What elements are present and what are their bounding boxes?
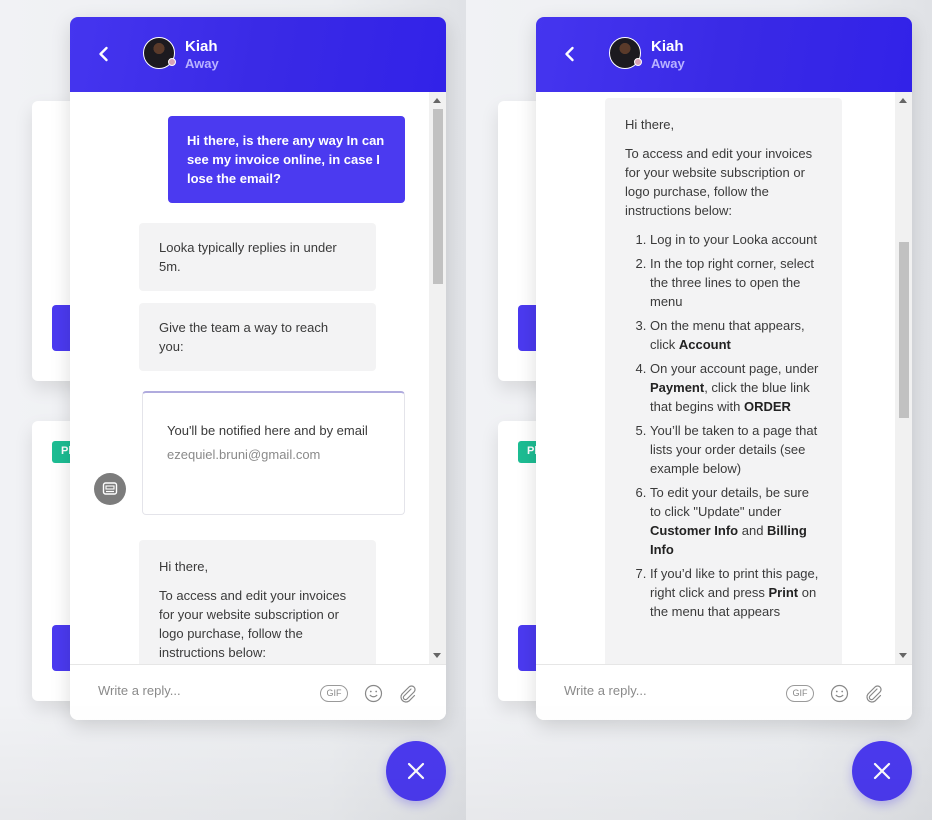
- instruction-step: You’ll be taken to a page that lists you…: [650, 421, 822, 478]
- scrollbar[interactable]: [895, 92, 912, 664]
- agent-name: Kiah: [185, 38, 218, 55]
- close-chat-button[interactable]: [852, 741, 912, 801]
- close-icon: [873, 762, 891, 780]
- user-message: Hi there, is there any way In can see my…: [168, 116, 405, 203]
- scrollbar[interactable]: [429, 92, 446, 664]
- smiley-icon: [364, 684, 383, 703]
- agent-avatar: [143, 37, 176, 69]
- intro-text: To access and edit your invoices for you…: [159, 588, 347, 660]
- instruction-step: Log in to your Looka account: [650, 230, 822, 249]
- user-message-text: Hi there, is there any way In can see my…: [187, 133, 385, 186]
- reach-prompt-text: Give the team a way to reach you:: [159, 320, 329, 354]
- step-emphasis: Customer Info: [650, 523, 739, 538]
- reply-input[interactable]: [98, 683, 298, 698]
- emoji-button[interactable]: [364, 684, 383, 703]
- gif-button[interactable]: GIF: [786, 685, 814, 702]
- scrollbar-thumb[interactable]: [433, 109, 443, 284]
- instruction-step: On your account page, under Payment, cli…: [650, 359, 822, 416]
- attach-button[interactable]: [398, 684, 417, 703]
- screenshot-right: Pl Kiah Away Hi there, To access and edi…: [466, 0, 932, 820]
- instruction-step: In the top right corner, select the thre…: [650, 254, 822, 311]
- step-text: You’ll be taken to a page that lists you…: [650, 423, 818, 476]
- step-text: Log in to your Looka account: [650, 232, 817, 247]
- close-icon: [407, 762, 425, 780]
- chat-window: Kiah Away Hi there, is there any way In …: [70, 17, 446, 720]
- message-list: Hi there, To access and edit your invoic…: [536, 92, 912, 664]
- back-button[interactable]: [560, 44, 580, 64]
- chat-header: Kiah Away: [70, 17, 446, 92]
- step-emphasis: Print: [768, 585, 799, 600]
- smiley-icon: [830, 684, 849, 703]
- greeting-text: Hi there,: [159, 559, 209, 574]
- instruction-step: On the menu that appears, click Account: [650, 316, 822, 354]
- step-emphasis: Payment: [650, 380, 705, 395]
- back-button[interactable]: [94, 44, 114, 64]
- composer: GIF: [536, 664, 912, 720]
- agent-name: Kiah: [651, 38, 684, 55]
- agent-avatar: [609, 37, 642, 69]
- instruction-steps: Log in to your Looka account In the top r…: [625, 230, 822, 621]
- gif-button[interactable]: GIF: [320, 685, 348, 702]
- reply-input[interactable]: [564, 683, 764, 698]
- emoji-button[interactable]: [830, 684, 849, 703]
- step-text: On your account page, under: [650, 361, 819, 376]
- greeting-text: Hi there,: [625, 117, 675, 132]
- composer: GIF: [70, 664, 446, 720]
- close-chat-button[interactable]: [386, 741, 446, 801]
- step-emphasis: ORDER: [743, 399, 791, 414]
- bot-message: Hi there, To access and edit your invoic…: [605, 98, 842, 664]
- paperclip-icon: [866, 685, 882, 703]
- chevron-left-icon: [99, 46, 108, 62]
- notify-email[interactable]: ezequiel.bruni@gmail.com: [167, 447, 380, 462]
- notify-text: You'll be notified here and by email: [167, 423, 368, 438]
- instruction-step: If you’d like to print this page, right …: [650, 564, 822, 621]
- chat-header: Kiah Away: [536, 17, 912, 92]
- scrollbar-thumb[interactable]: [899, 242, 909, 418]
- notification-card: You'll be notified here and by email eze…: [142, 391, 405, 515]
- agent-status: Away: [651, 56, 685, 71]
- bot-message: Looka typically replies in under 5m.: [139, 223, 376, 291]
- chevron-left-icon: [565, 46, 574, 62]
- message-list: Hi there, is there any way In can see my…: [70, 92, 446, 664]
- presence-indicator: [634, 58, 642, 66]
- scroll-up-arrow[interactable]: [433, 98, 441, 103]
- instruction-step: To edit your details, be sure to click "…: [650, 483, 822, 559]
- scroll-up-arrow[interactable]: [899, 98, 907, 103]
- intro-text: To access and edit your invoices for you…: [625, 146, 813, 218]
- scroll-down-arrow[interactable]: [899, 653, 907, 658]
- chat-bot-icon: [102, 482, 118, 495]
- agent-status: Away: [185, 56, 219, 71]
- bot-message: Hi there, To access and edit your invoic…: [139, 540, 376, 664]
- presence-indicator: [168, 58, 176, 66]
- scroll-down-arrow[interactable]: [433, 653, 441, 658]
- step-text: To edit your details, be sure to click "…: [650, 485, 809, 519]
- bot-message: Give the team a way to reach you:: [139, 303, 376, 371]
- chat-window: Kiah Away Hi there, To access and edit y…: [536, 17, 912, 720]
- paperclip-icon: [400, 685, 416, 703]
- reply-time-text: Looka typically replies in under 5m.: [159, 240, 337, 274]
- step-text: and: [738, 523, 768, 538]
- step-text: In the top right corner, select the thre…: [650, 256, 815, 309]
- screenshot-left: Pl Kiah Away Hi there, is there any way …: [0, 0, 466, 820]
- step-emphasis: Account: [678, 337, 731, 352]
- bot-avatar: [94, 473, 126, 505]
- attach-button[interactable]: [864, 684, 883, 703]
